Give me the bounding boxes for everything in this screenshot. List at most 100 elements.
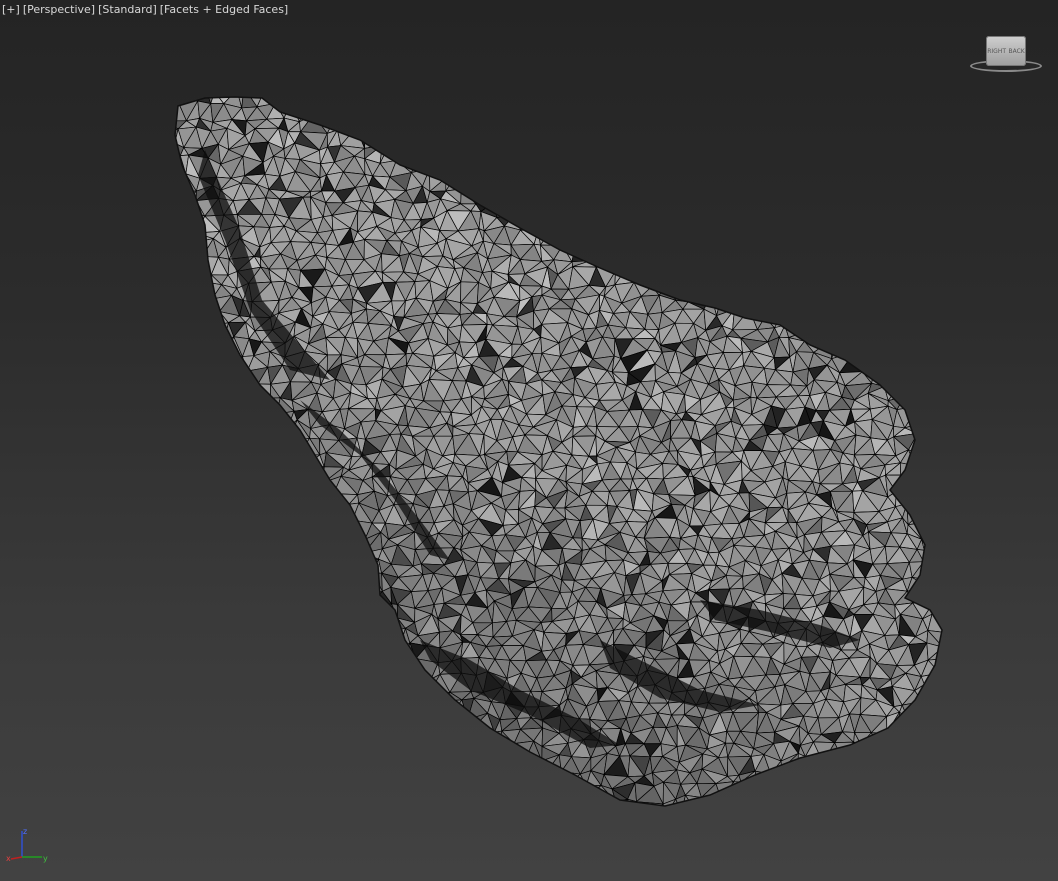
mesh-face	[308, 474, 328, 493]
rock-mesh[interactable]	[0, 0, 1058, 881]
mesh-face	[585, 105, 602, 123]
mesh-face	[204, 775, 217, 792]
mesh-face	[793, 189, 814, 204]
viewport-general-menu[interactable]: [+]	[2, 3, 20, 16]
mesh-face	[345, 534, 366, 546]
perspective-viewport[interactable]: [+] [Perspective] [Standard] [Facets + Edge…	[0, 0, 1058, 881]
mesh-face	[557, 786, 584, 801]
mesh-face	[308, 673, 321, 692]
mesh-face	[748, 204, 769, 220]
mesh-face	[596, 188, 617, 205]
mesh-face	[602, 174, 619, 191]
mesh-face	[519, 144, 535, 160]
mesh-face	[829, 97, 841, 103]
mesh-face	[571, 174, 582, 184]
mesh-face	[381, 130, 391, 146]
viewport-point-of-view-menu[interactable]: [Perspective]	[23, 3, 95, 16]
mesh-face	[645, 213, 662, 227]
mesh-face	[427, 727, 446, 749]
mesh-face	[274, 492, 291, 509]
mesh-face	[214, 628, 225, 644]
mesh-face	[812, 199, 831, 213]
mesh-face	[924, 187, 936, 205]
mesh-face	[299, 755, 315, 777]
mesh-face	[444, 725, 462, 745]
mesh-face	[175, 424, 189, 439]
mesh-face	[343, 674, 361, 685]
mesh-face	[273, 699, 289, 715]
mesh-face	[616, 224, 631, 245]
mesh-face	[179, 586, 203, 604]
mesh-face	[935, 286, 942, 302]
mesh-face	[191, 475, 216, 499]
mesh-face	[717, 183, 744, 201]
mesh-face	[342, 644, 360, 661]
mesh-face	[494, 184, 510, 207]
mesh-face	[267, 588, 296, 607]
mesh-face	[902, 265, 917, 286]
mesh-face	[934, 203, 942, 219]
mesh-face	[316, 770, 329, 789]
mesh-face	[728, 102, 749, 121]
mesh-face	[502, 115, 520, 138]
mesh-face	[255, 772, 269, 789]
mesh-face	[829, 770, 838, 788]
mesh-face	[665, 157, 680, 174]
mesh-face	[854, 198, 876, 213]
mesh-face	[307, 711, 334, 728]
mesh-face	[267, 603, 296, 618]
mesh-face	[810, 783, 832, 796]
mesh-face	[836, 242, 855, 262]
mesh-face	[719, 199, 745, 216]
mesh-face	[258, 461, 273, 478]
mesh-face	[757, 243, 775, 260]
mesh-face	[247, 617, 260, 632]
mesh-face	[926, 585, 938, 606]
mesh-face	[253, 594, 271, 607]
mesh-face	[748, 214, 769, 233]
mesh-face	[153, 718, 171, 733]
mesh-face	[445, 121, 463, 129]
mesh-face	[829, 199, 842, 218]
mesh-face	[175, 211, 181, 234]
mesh-face	[359, 658, 380, 677]
mesh-face	[175, 544, 177, 565]
mesh-face	[869, 308, 890, 332]
mesh-face	[151, 177, 170, 186]
mesh-face	[215, 731, 232, 750]
mesh-face	[277, 661, 298, 676]
mesh-face	[168, 728, 172, 744]
mesh-face	[252, 650, 272, 663]
mesh-face	[191, 601, 203, 621]
mesh-face	[614, 251, 627, 272]
mesh-face	[279, 97, 301, 104]
mesh-face	[175, 562, 185, 577]
viewport-display-style-menu[interactable]: [Facets + Edged Faces]	[160, 3, 288, 16]
mesh-face	[176, 768, 191, 783]
mesh-face	[268, 491, 283, 508]
mesh-face	[199, 697, 214, 719]
mesh-face	[242, 670, 254, 694]
mesh-face	[256, 97, 276, 108]
mesh-face	[325, 702, 352, 721]
viewport-shading-menu[interactable]: [Standard]	[98, 3, 157, 16]
mesh-face	[179, 581, 203, 595]
mesh-face	[785, 171, 800, 192]
mesh-face	[307, 546, 326, 567]
mesh-face	[795, 294, 814, 313]
mesh-face	[210, 715, 225, 736]
mesh-face	[843, 158, 863, 175]
mesh-face	[930, 270, 942, 287]
mesh-face	[400, 729, 419, 747]
mesh-face	[611, 132, 629, 151]
mesh-face	[201, 310, 221, 328]
mesh-face	[373, 103, 392, 123]
mesh-face	[429, 691, 451, 702]
mesh-face	[909, 212, 921, 234]
mesh-face	[695, 195, 708, 219]
mesh-face	[268, 605, 286, 617]
mesh-face	[741, 204, 750, 216]
mesh-face	[205, 775, 222, 783]
mesh-face	[610, 149, 626, 160]
mesh-face	[266, 531, 280, 555]
